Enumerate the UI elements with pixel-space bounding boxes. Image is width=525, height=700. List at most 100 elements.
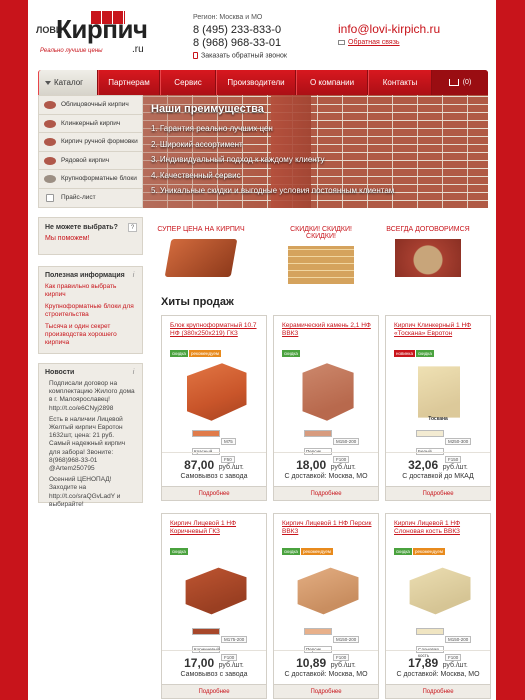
more-button[interactable]: Подробнее bbox=[386, 684, 490, 698]
hits-title: Хиты продаж bbox=[161, 296, 234, 308]
logo[interactable]: ЛОВИ Кирпич .ru Реально лучшие цены bbox=[36, 10, 186, 60]
nav-catalog[interactable]: Каталог bbox=[38, 70, 98, 95]
email-link[interactable]: info@lovi-kirpich.ru bbox=[338, 22, 440, 36]
catalog-item-facing[interactable]: Облицовочный кирпич bbox=[39, 96, 142, 115]
product-image[interactable] bbox=[187, 363, 247, 421]
nav-service[interactable]: Сервис bbox=[160, 70, 216, 95]
advantage-item: 5. Уникальные скидки и выгодные условия … bbox=[151, 186, 395, 195]
product-label: Тоскана bbox=[428, 416, 448, 422]
product-card: Кирпич Лицевой 1 НФ Коричневый ГКЗ скидк… bbox=[161, 513, 267, 699]
nav-about[interactable]: О компании bbox=[296, 70, 368, 95]
divider bbox=[386, 650, 490, 651]
banner-title: Наши преимущества bbox=[151, 103, 264, 115]
promo-brick-image bbox=[164, 239, 238, 277]
promo-negotiate[interactable]: ВСЕГДА ДОГОВОРИМСЯ bbox=[383, 226, 473, 277]
info-link[interactable]: Крупноформатные блоки для строительства bbox=[45, 303, 136, 319]
price-unit: руб./шт. bbox=[330, 662, 356, 669]
tag-sale: скидка bbox=[394, 548, 412, 555]
news-item: Есть в наличии Лицевой Желтый кирпич Евр… bbox=[49, 415, 126, 473]
tag-new: новинка bbox=[394, 350, 415, 357]
feedback-link[interactable]: Обратная связь bbox=[338, 39, 400, 46]
tag-sale: скидка bbox=[170, 350, 188, 357]
info-link[interactable]: Тысяча и один секрет производства хороше… bbox=[45, 323, 136, 347]
nav-partners[interactable]: Партнерам bbox=[98, 70, 160, 95]
divider bbox=[386, 452, 490, 453]
promo-super-price[interactable]: СУПЕР ЦЕНА НА КИРПИЧ bbox=[156, 226, 246, 277]
product-image[interactable] bbox=[409, 567, 471, 615]
price-unit: руб./шт. bbox=[442, 464, 468, 471]
product-card: Кирпич Лицевой 1 НФ Слоновая кость ВВКЗ … bbox=[385, 513, 491, 699]
info-link[interactable]: Как правильно выбрать кирпич bbox=[45, 283, 136, 299]
phone-1[interactable]: 8 (495) 233-833-0 bbox=[193, 24, 281, 36]
news-item: Осенний ЦЕНОПАД! Заходите на http://t.co… bbox=[49, 476, 121, 508]
question-icon: ? bbox=[128, 223, 137, 232]
help-question: Не можете выбрать? bbox=[45, 224, 118, 231]
color-swatch bbox=[416, 628, 444, 635]
promo-title: СУПЕР ЦЕНА НА КИРПИЧ bbox=[157, 226, 245, 233]
product-card: Керамический камень 2,1 НФ ВВКЗ скидка М… bbox=[273, 315, 379, 501]
product-name[interactable]: Кирпич Лицевой 1 НФ Коричневый ГКЗ bbox=[170, 520, 262, 536]
product-name[interactable]: Кирпич Лицевой 1 НФ Персик ВВКЗ bbox=[282, 520, 374, 536]
product-image[interactable] bbox=[302, 363, 354, 421]
catalog-item-label: Облицовочный кирпич bbox=[61, 101, 129, 108]
phone-2[interactable]: 8 (968) 968-33-01 bbox=[193, 37, 281, 49]
catalog-item-blocks[interactable]: Крупноформатные блоки bbox=[39, 170, 142, 189]
tag-sale: скидка bbox=[282, 350, 300, 357]
news-box: Новости i Подписали договор на комплекта… bbox=[38, 363, 143, 508]
more-button[interactable]: Подробнее bbox=[386, 486, 490, 500]
product-name[interactable]: Керамический камень 2,1 НФ ВВКЗ bbox=[282, 322, 374, 338]
more-button[interactable]: Подробнее bbox=[274, 684, 378, 698]
info-icon: i bbox=[132, 272, 135, 279]
product-price: 18,00 руб./шт. bbox=[274, 456, 378, 474]
catalog-item-label: Крупноформатные блоки bbox=[61, 175, 137, 183]
color-swatch bbox=[304, 628, 332, 635]
catalog-item-label: Кирпич ручной формовки bbox=[61, 138, 138, 146]
mail-icon bbox=[338, 39, 345, 45]
catalog-item-label: Клинкерный кирпич bbox=[61, 119, 121, 127]
more-button[interactable]: Подробнее bbox=[162, 486, 266, 500]
promo-discounts[interactable]: СКИДКИ! СКИДКИ! СКИДКИ! bbox=[276, 226, 366, 284]
product-price: 10,89 руб./шт. bbox=[274, 654, 378, 672]
news-title: Новости bbox=[45, 369, 75, 376]
catalog-item-pricelist[interactable]: Прайс-лист bbox=[39, 189, 142, 208]
useful-info-title: Полезная информация bbox=[45, 272, 125, 279]
catalog-item-clinker[interactable]: Клинкерный кирпич bbox=[39, 115, 142, 134]
product-card: Кирпич Лицевой 1 НФ Персик ВВКЗ скидка ре… bbox=[273, 513, 379, 699]
promo-title: ВСЕГДА ДОГОВОРИМСЯ bbox=[386, 226, 470, 233]
page: ЛОВИ Кирпич .ru Реально лучшие цены Реги… bbox=[28, 0, 496, 700]
divider bbox=[274, 650, 378, 651]
advantages-banner: Наши преимущества 1. Гарантия реально лу… bbox=[143, 95, 488, 208]
color-swatch bbox=[192, 628, 220, 635]
tag-sale: скидка bbox=[170, 548, 188, 555]
product-name[interactable]: Блок крупноформатный 10.7 НФ (380х250х21… bbox=[170, 322, 262, 338]
product-image[interactable] bbox=[185, 567, 247, 615]
divider bbox=[162, 650, 266, 651]
logo-main: Кирпич bbox=[56, 14, 148, 44]
product-image[interactable] bbox=[418, 366, 460, 418]
brick-icon bbox=[44, 119, 56, 128]
callback-link[interactable]: Заказать обратный звонок bbox=[193, 52, 287, 59]
product-image[interactable] bbox=[297, 567, 359, 615]
document-icon bbox=[46, 193, 54, 202]
more-button[interactable]: Подробнее bbox=[162, 684, 266, 698]
cart-button[interactable]: (0) bbox=[432, 70, 488, 95]
useful-info-box: Полезная информация i Как правильно выбр… bbox=[38, 266, 143, 354]
nav-manufacturers[interactable]: Производители bbox=[216, 70, 296, 95]
product-price: 17,00 руб./шт. bbox=[162, 654, 266, 672]
divider bbox=[274, 452, 378, 453]
cart-icon bbox=[448, 78, 459, 86]
catalog-item-handmade[interactable]: Кирпич ручной формовки bbox=[39, 133, 142, 152]
color-swatch bbox=[304, 430, 332, 437]
chevron-down-icon bbox=[45, 80, 51, 85]
spec-mark: М175-200 bbox=[221, 636, 248, 643]
nav-contacts[interactable]: Контакты bbox=[368, 70, 432, 95]
catalog-item-ordinary[interactable]: Рядовой кирпич bbox=[39, 152, 142, 171]
delivery-info: С доставкой: Москва, МО bbox=[284, 671, 368, 678]
help-link[interactable]: Мы поможем! bbox=[45, 235, 136, 242]
price-unit: руб./шт. bbox=[442, 662, 468, 669]
product-name[interactable]: Кирпич Лицевой 1 НФ Слоновая кость ВВКЗ bbox=[394, 520, 486, 536]
more-button[interactable]: Подробнее bbox=[274, 486, 378, 500]
product-name[interactable]: Кирпич Клинкерный 1 НФ «Тоскана» Евротон bbox=[394, 322, 486, 338]
product-card: Блок крупноформатный 10.7 НФ (380х250х21… bbox=[161, 315, 267, 501]
brick-icon bbox=[44, 101, 56, 109]
